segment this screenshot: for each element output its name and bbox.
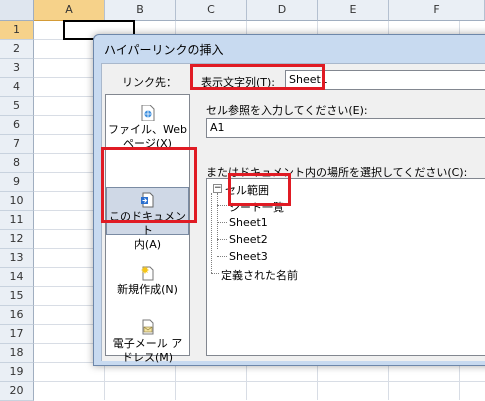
tree-guide-line [211, 273, 219, 274]
select-all-corner[interactable] [0, 0, 34, 21]
tree-guide-line [217, 205, 227, 206]
row-header-13[interactable]: 13 [0, 249, 34, 268]
row-header-7[interactable]: 7 [0, 135, 34, 154]
tree-expander-cell-range[interactable]: − [213, 184, 222, 193]
column-header-D[interactable]: D [247, 0, 318, 21]
link-to-label: リンク先： [122, 76, 177, 89]
tree-guide-line [217, 222, 227, 223]
column-header-C[interactable]: C [176, 0, 247, 21]
row-header-17[interactable]: 17 [0, 325, 34, 344]
tree-guide-line [211, 193, 212, 273]
new-document-icon [140, 266, 153, 281]
dialog-title: ハイパーリンクの挿入 [104, 43, 224, 57]
row-header-9[interactable]: 9 [0, 173, 34, 192]
column-header-E[interactable]: E [318, 0, 389, 21]
column-header-F[interactable]: F [389, 0, 485, 21]
link-option-email-line1: 電子メール ア [112, 337, 183, 350]
tree-node-defined-names[interactable]: 定義された名前 [221, 267, 298, 283]
row-header-16[interactable]: 16 [0, 306, 34, 325]
row-header-1[interactable]: 1 [0, 21, 34, 40]
column-header-A[interactable]: A [34, 0, 105, 21]
row-header-18[interactable]: 18 [0, 344, 34, 363]
web-page-icon [141, 105, 154, 121]
tree-node-sheet2[interactable]: Sheet2 [229, 233, 268, 246]
row-header-2[interactable]: 2 [0, 40, 34, 59]
link-option-email[interactable]: 電子メール ア ドレス(M) [106, 319, 189, 364]
row-header-10[interactable]: 10 [0, 192, 34, 211]
link-option-web-page[interactable]: ファイル、Web ページ(X) [106, 105, 189, 150]
tree-node-sheet1[interactable]: Sheet1 [229, 216, 268, 229]
row-header-6[interactable]: 6 [0, 116, 34, 135]
column-header-B[interactable]: B [105, 0, 176, 21]
link-option-web-page-line1: ファイル、Web [108, 123, 187, 136]
tree-guide-line [217, 256, 227, 257]
link-option-this-document-line2: 内(A) [133, 238, 162, 251]
highlight-sheet1 [228, 173, 291, 206]
tree-node-sheet3[interactable]: Sheet3 [229, 250, 268, 263]
highlight-this-document [101, 147, 197, 223]
tree-guide-line [217, 193, 218, 249]
link-option-new-document[interactable]: 新規作成(N) [106, 265, 189, 299]
row-header-4[interactable]: 4 [0, 78, 34, 97]
row-header-19[interactable]: 19 [0, 363, 34, 382]
row-header-12[interactable]: 12 [0, 230, 34, 249]
link-option-email-line2: ドレス(M) [121, 351, 174, 364]
link-option-new-document-label: 新規作成(N) [117, 283, 178, 296]
row-header-3[interactable]: 3 [0, 59, 34, 78]
row-header-15[interactable]: 15 [0, 287, 34, 306]
link-to-panel: ファイル、Web ページ(X) このドキュメント 内(A) 新規作成(N) 電子… [105, 94, 190, 364]
row-header-14[interactable]: 14 [0, 268, 34, 287]
row-header-11[interactable]: 11 [0, 211, 34, 230]
tree-guide-line [217, 239, 227, 240]
row-header-5[interactable]: 5 [0, 97, 34, 116]
row-header-20[interactable]: 20 [0, 382, 34, 401]
row-header-8[interactable]: 8 [0, 154, 34, 173]
cell-reference-input[interactable]: A1 [206, 118, 485, 138]
cell-reference-label: セル参照を入力してください(E): [206, 104, 368, 117]
email-icon [142, 319, 153, 335]
highlight-display-text [190, 64, 325, 90]
